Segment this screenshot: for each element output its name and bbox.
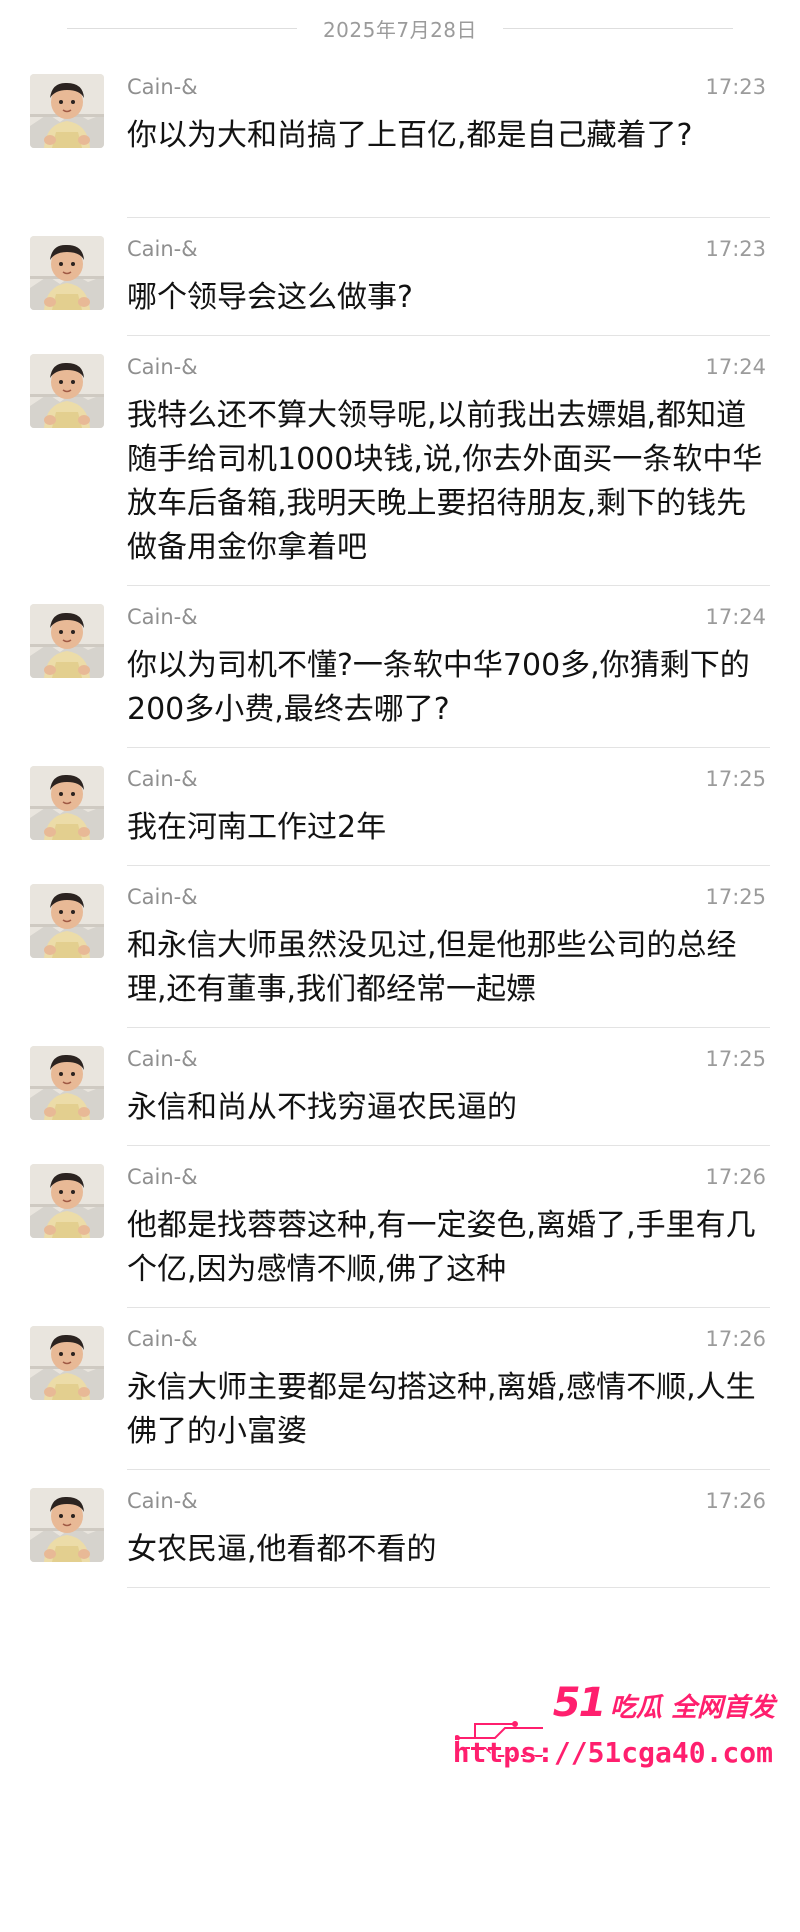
date-separator: 2025年7月28日 <box>0 0 800 56</box>
message-time: 17:25 <box>705 885 766 909</box>
child-photo-icon <box>30 604 104 678</box>
message-time: 17:24 <box>705 355 766 379</box>
date-separator-line-right <box>503 27 734 29</box>
chat-message[interactable]: Cain-& 17:25 和永信大师虽然没见过,但是他那些公司的总经理,还有董事… <box>0 866 800 1028</box>
chat-message[interactable]: Cain-& 17:24 你以为司机不懂?一条软中华700多,你猜剩下的200多… <box>0 586 800 748</box>
watermark: 51 吃瓜 全网首发 https://51cga40.com <box>452 1680 785 1790</box>
sender-name: Cain-& <box>127 355 198 379</box>
message-time: 17:26 <box>705 1165 766 1189</box>
message-divider <box>127 1587 770 1588</box>
chat-message[interactable]: Cain-& 17:26 永信大师主要都是勾搭这种,离婚,感情不顺,人生佛了的小… <box>0 1308 800 1470</box>
chat-message[interactable]: Cain-& 17:25 永信和尚从不找穷逼农民逼的 <box>0 1028 800 1146</box>
avatar[interactable] <box>30 74 104 148</box>
message-text: 女农民逼,他看都不看的 <box>127 1532 437 1567</box>
message-text: 我在河南工作过2年 <box>127 810 387 845</box>
child-photo-icon <box>30 1164 104 1238</box>
message-time: 17:26 <box>705 1489 766 1513</box>
child-photo-icon <box>30 1326 104 1400</box>
message-time: 17:23 <box>705 237 766 261</box>
sender-name: Cain-& <box>127 237 198 261</box>
message-time: 17:25 <box>705 767 766 791</box>
message-time: 17:26 <box>705 1327 766 1351</box>
child-photo-icon <box>30 766 104 840</box>
sender-name: Cain-& <box>127 1165 198 1189</box>
chat-message[interactable]: Cain-& 17:25 我在河南工作过2年 <box>0 748 800 866</box>
sender-name: Cain-& <box>127 885 198 909</box>
sender-name: Cain-& <box>127 605 198 629</box>
message-time: 17:24 <box>705 605 766 629</box>
chat-message[interactable]: Cain-& 17:24 我特么还不算大领导呢,以前我出去嫖娼,都知道随手给司机… <box>0 336 800 586</box>
sender-name: Cain-& <box>127 767 198 791</box>
message-text: 哪个领导会这么做事? <box>127 280 413 315</box>
avatar[interactable] <box>30 604 104 678</box>
sender-name: Cain-& <box>127 75 198 99</box>
child-photo-icon <box>30 1488 104 1562</box>
message-time: 17:23 <box>705 75 766 99</box>
avatar[interactable] <box>30 354 104 428</box>
chat-message[interactable]: Cain-& 17:26 他都是找蓉蓉这种,有一定姿色,离婚了,手里有几个亿,因… <box>0 1146 800 1308</box>
avatar[interactable] <box>30 766 104 840</box>
watermark-brand-number: 51 <box>552 1680 607 1726</box>
avatar[interactable] <box>30 236 104 310</box>
watermark-brand-text: 吃瓜 全网首发 <box>609 1693 775 1723</box>
child-photo-icon <box>30 354 104 428</box>
avatar[interactable] <box>30 1046 104 1120</box>
watermark-url: https://51cga40.com <box>452 1736 773 1769</box>
avatar[interactable] <box>30 1326 104 1400</box>
message-text: 和永信大师虽然没见过,但是他那些公司的总经理,还有董事,我们都经常一起嫖 <box>127 928 737 1007</box>
message-text: 永信和尚从不找穷逼农民逼的 <box>127 1090 517 1125</box>
sender-name: Cain-& <box>127 1489 198 1513</box>
sender-name: Cain-& <box>127 1327 198 1351</box>
message-text: 他都是找蓉蓉这种,有一定姿色,离婚了,手里有几个亿,因为感情不顺,佛了这种 <box>127 1208 756 1287</box>
child-photo-icon <box>30 236 104 310</box>
sender-name: Cain-& <box>127 1047 198 1071</box>
message-time: 17:25 <box>705 1047 766 1071</box>
date-separator-line-left <box>66 27 297 29</box>
date-separator-text: 2025年7月28日 <box>322 17 478 42</box>
avatar[interactable] <box>30 884 104 958</box>
avatar[interactable] <box>30 1488 104 1562</box>
avatar[interactable] <box>30 1164 104 1238</box>
child-photo-icon <box>30 74 104 148</box>
chat-message[interactable]: Cain-& 17:26 女农民逼,他看都不看的 <box>0 1470 800 1588</box>
message-text: 你以为司机不懂?一条软中华700多,你猜剩下的200多小费,最终去哪了? <box>127 648 750 727</box>
message-text: 我特么还不算大领导呢,以前我出去嫖娼,都知道随手给司机1000块钱,说,你去外面… <box>127 398 763 565</box>
child-photo-icon <box>30 884 104 958</box>
child-photo-icon <box>30 1046 104 1120</box>
chat-message[interactable]: Cain-& 17:23 哪个领导会这么做事? <box>0 218 800 336</box>
message-list[interactable]: Cain-& 17:23 你以为大和尚搞了上百亿,都是自己藏着了? Cain-&… <box>0 56 800 1588</box>
message-text: 永信大师主要都是勾搭这种,离婚,感情不顺,人生佛了的小富婆 <box>127 1370 756 1449</box>
chat-message[interactable]: Cain-& 17:23 你以为大和尚搞了上百亿,都是自己藏着了? <box>0 56 800 218</box>
watermark-brand: 51 吃瓜 全网首发 <box>553 1680 775 1726</box>
message-text: 你以为大和尚搞了上百亿,都是自己藏着了? <box>127 118 693 153</box>
